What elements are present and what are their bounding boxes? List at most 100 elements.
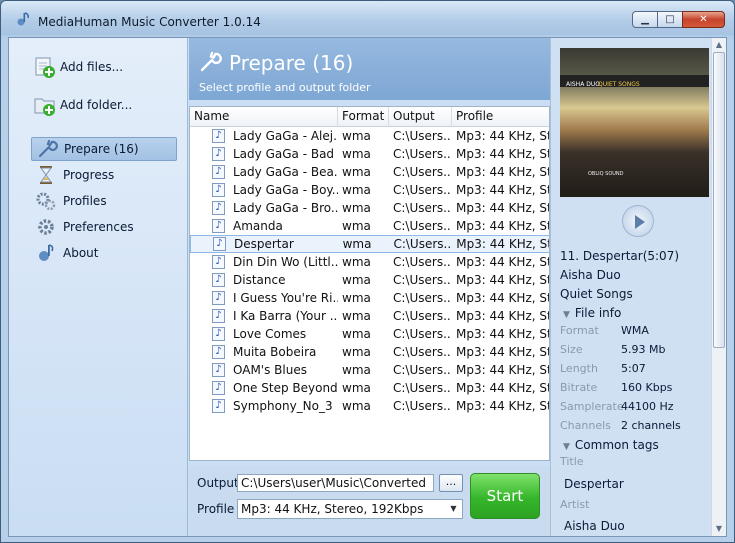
maximize-button[interactable]: □ — [657, 11, 683, 28]
cell-profile: Mp3: 44 KHz, St... — [456, 255, 549, 269]
wrench-icon — [200, 51, 222, 72]
cell-output: C:\Users... — [393, 309, 452, 323]
add-files-button[interactable]: Add files... — [33, 54, 123, 80]
browse-button[interactable]: ... — [439, 474, 463, 492]
tag-title-value[interactable]: Despertar — [564, 477, 624, 491]
cell-name: ♪ Symphony_No_3 — [190, 399, 338, 413]
table-row[interactable]: ♪ Muita Bobeira wma C:\Users... Mp3: 44 KHz,… — [190, 343, 549, 361]
audio-file-icon: ♪ — [212, 363, 225, 377]
file-info-value: 2 channels — [621, 419, 681, 432]
table-row[interactable]: ♪ I Ka Barra (Your ... wma C:\Users... Mp3: … — [190, 307, 549, 325]
output-settings: Output C:\Users\user\Music\Converted ...… — [189, 466, 550, 536]
cell-output: C:\Users... — [393, 219, 452, 233]
add-files-icon — [35, 57, 55, 78]
vertical-scrollbar[interactable]: ▲ ▼ — [711, 38, 726, 536]
nav-preferences-label: Preferences — [63, 220, 134, 234]
cell-format: wma — [342, 237, 372, 251]
minimize-button[interactable]: ▁ — [632, 11, 658, 28]
close-button[interactable]: ✕ — [682, 11, 725, 28]
table-row[interactable]: ♪ Despertar wma C:\Users...Mp3: 44 KHz, St.… — [190, 235, 549, 253]
cell-output: C:\Users... — [393, 399, 452, 413]
cell-name: ♪ One Step Beyond — [190, 381, 338, 395]
file-info-value: 5:07 — [621, 362, 646, 375]
cell-format: wma — [342, 273, 371, 287]
cell-name: ♪ Muita Bobeira — [190, 345, 338, 359]
file-info-label: File info — [574, 306, 622, 320]
table-row[interactable]: ♪ Din Din Wo (Littl... wma C:\Users... Mp3: … — [190, 253, 549, 271]
table-row[interactable]: ♪ Amanda wma C:\Users... Mp3: 44 KHz, St... — [190, 217, 549, 235]
nav-progress[interactable]: Progress — [31, 163, 177, 187]
cell-name-text: Lady GaGa - Boy... — [233, 183, 338, 197]
nav-prepare-label: Prepare (16) — [64, 142, 139, 156]
nav-profiles-label: Profiles — [63, 194, 107, 208]
client-area: Add files... Add folder... Prepare (16) — [8, 37, 727, 537]
table-row[interactable]: ♪ I Guess You're Ri... wma C:\Users... Mp3: … — [190, 289, 549, 307]
nav-about[interactable]: About — [31, 241, 177, 265]
add-folder-button[interactable]: Add folder... — [33, 92, 132, 118]
vertical-scroll-thumb[interactable] — [713, 52, 725, 348]
scroll-up-icon[interactable]: ▲ — [712, 38, 726, 52]
close-icon: ✕ — [699, 14, 708, 25]
chevron-down-icon[interactable]: ▼ — [447, 502, 460, 516]
cell-profile: Mp3: 44 KHz, St... — [456, 309, 549, 323]
minimize-icon: ▁ — [641, 14, 649, 25]
cell-profile: Mp3: 44 KHz, St... — [456, 327, 549, 341]
cell-output: C:\Users... — [393, 291, 452, 305]
sidebar: Add files... Add folder... Prepare (16) — [9, 38, 188, 536]
profile-select[interactable]: Mp3: 44 KHz, Stereo, 192Kbps ▼ — [237, 499, 463, 519]
page-subtitle: Select profile and output folder — [199, 81, 371, 94]
cell-name: ♪ Din Din Wo (Littl... — [190, 255, 338, 269]
table-row[interactable]: ♪ Symphony_No_3 wma C:\Users... Mp3: 44 KHz,… — [190, 397, 549, 415]
cell-profile: Mp3: 44 KHz, St... — [456, 363, 549, 377]
table-row[interactable]: ♪ Distance wma C:\Users... Mp3: 44 KHz, St..… — [190, 271, 549, 289]
cell-name: ♪ Distance — [190, 273, 338, 287]
file-info-key: Channels — [560, 419, 611, 432]
start-button[interactable]: Start — [470, 473, 540, 519]
profile-select-value: Mp3: 44 KHz, Stereo, 192Kbps — [241, 502, 424, 516]
common-tags-toggle[interactable]: ▼ Common tags — [563, 438, 659, 452]
cell-profile: Mp3: 44 KHz, St... — [456, 345, 549, 359]
column-header-profile[interactable]: Profile — [452, 107, 549, 127]
nav-prepare[interactable]: Prepare (16) — [31, 137, 177, 161]
info-icon — [39, 244, 54, 261]
column-header-name[interactable]: Name — [190, 107, 338, 127]
cell-format: wma — [342, 345, 371, 359]
scroll-down-icon[interactable]: ▼ — [712, 522, 726, 536]
column-header-format[interactable]: Format — [338, 107, 389, 127]
cell-format: wma — [342, 327, 371, 341]
table-row[interactable]: ♪ Lady GaGa - Boy... wma C:\Users... Mp3: 44… — [190, 181, 549, 199]
audio-file-icon: ♪ — [212, 309, 225, 323]
section-banner: Prepare (16) Select profile and output f… — [189, 38, 550, 100]
table-row[interactable]: ♪ Lady GaGa - Alej... wma C:\Users... Mp3: 4… — [190, 127, 549, 145]
add-files-label: Add files... — [60, 60, 124, 74]
table-row[interactable]: ♪ Lady GaGa - Bro... wma C:\Users... Mp3: 44… — [190, 199, 549, 217]
play-button[interactable] — [622, 205, 654, 237]
title-bar[interactable]: MediaHuman Music Converter 1.0.14 ▁ □ ✕ — [1, 1, 734, 35]
cell-profile: Mp3: 44 KHz, St... — [456, 273, 549, 287]
cell-output: C:\Users... — [393, 255, 452, 269]
cell-profile: Mp3: 44 KHz, St... — [456, 147, 549, 161]
output-path-field[interactable]: C:\Users\user\Music\Converted — [237, 474, 434, 492]
table-row[interactable]: ♪ Love Comes wma C:\Users... Mp3: 44 KHz, St… — [190, 325, 549, 343]
nav-preferences[interactable]: Preferences — [31, 215, 177, 239]
hourglass-icon — [40, 166, 52, 184]
column-header-output[interactable]: Output — [389, 107, 452, 127]
cell-output: C:\Users... — [393, 129, 452, 143]
maximize-icon: □ — [665, 14, 675, 25]
output-label: Output — [197, 476, 239, 490]
table-row[interactable]: ♪ OAM's Blues wma C:\Users... Mp3: 44 KHz, S… — [190, 361, 549, 379]
tag-artist-value[interactable]: Aisha Duo — [564, 519, 625, 533]
cell-profile: Mp3: 44 KHz, St... — [456, 201, 549, 215]
table-row[interactable]: ♪ Lady GaGa - Bea... wma C:\Users... Mp3: 44… — [190, 163, 549, 181]
table-row[interactable]: ♪ Lady GaGa - Bad ... wma C:\Users... Mp3: 4… — [190, 145, 549, 163]
app-logo-icon — [17, 12, 29, 26]
file-info-value: WMA — [621, 324, 649, 337]
cell-format: wma — [342, 129, 371, 143]
cell-output: C:\Users... — [393, 165, 452, 179]
nav-profiles[interactable]: Profiles — [31, 189, 177, 213]
file-info-toggle[interactable]: ▼ File info — [563, 306, 621, 320]
cell-output: C:\Users... — [393, 201, 452, 215]
table-row[interactable]: ♪ One Step Beyond wma C:\Users... Mp3: 44 KH… — [190, 379, 549, 397]
add-folder-icon — [34, 98, 55, 116]
file-list[interactable]: Name Format Output Profile ♪ Lady GaGa - … — [189, 106, 550, 461]
